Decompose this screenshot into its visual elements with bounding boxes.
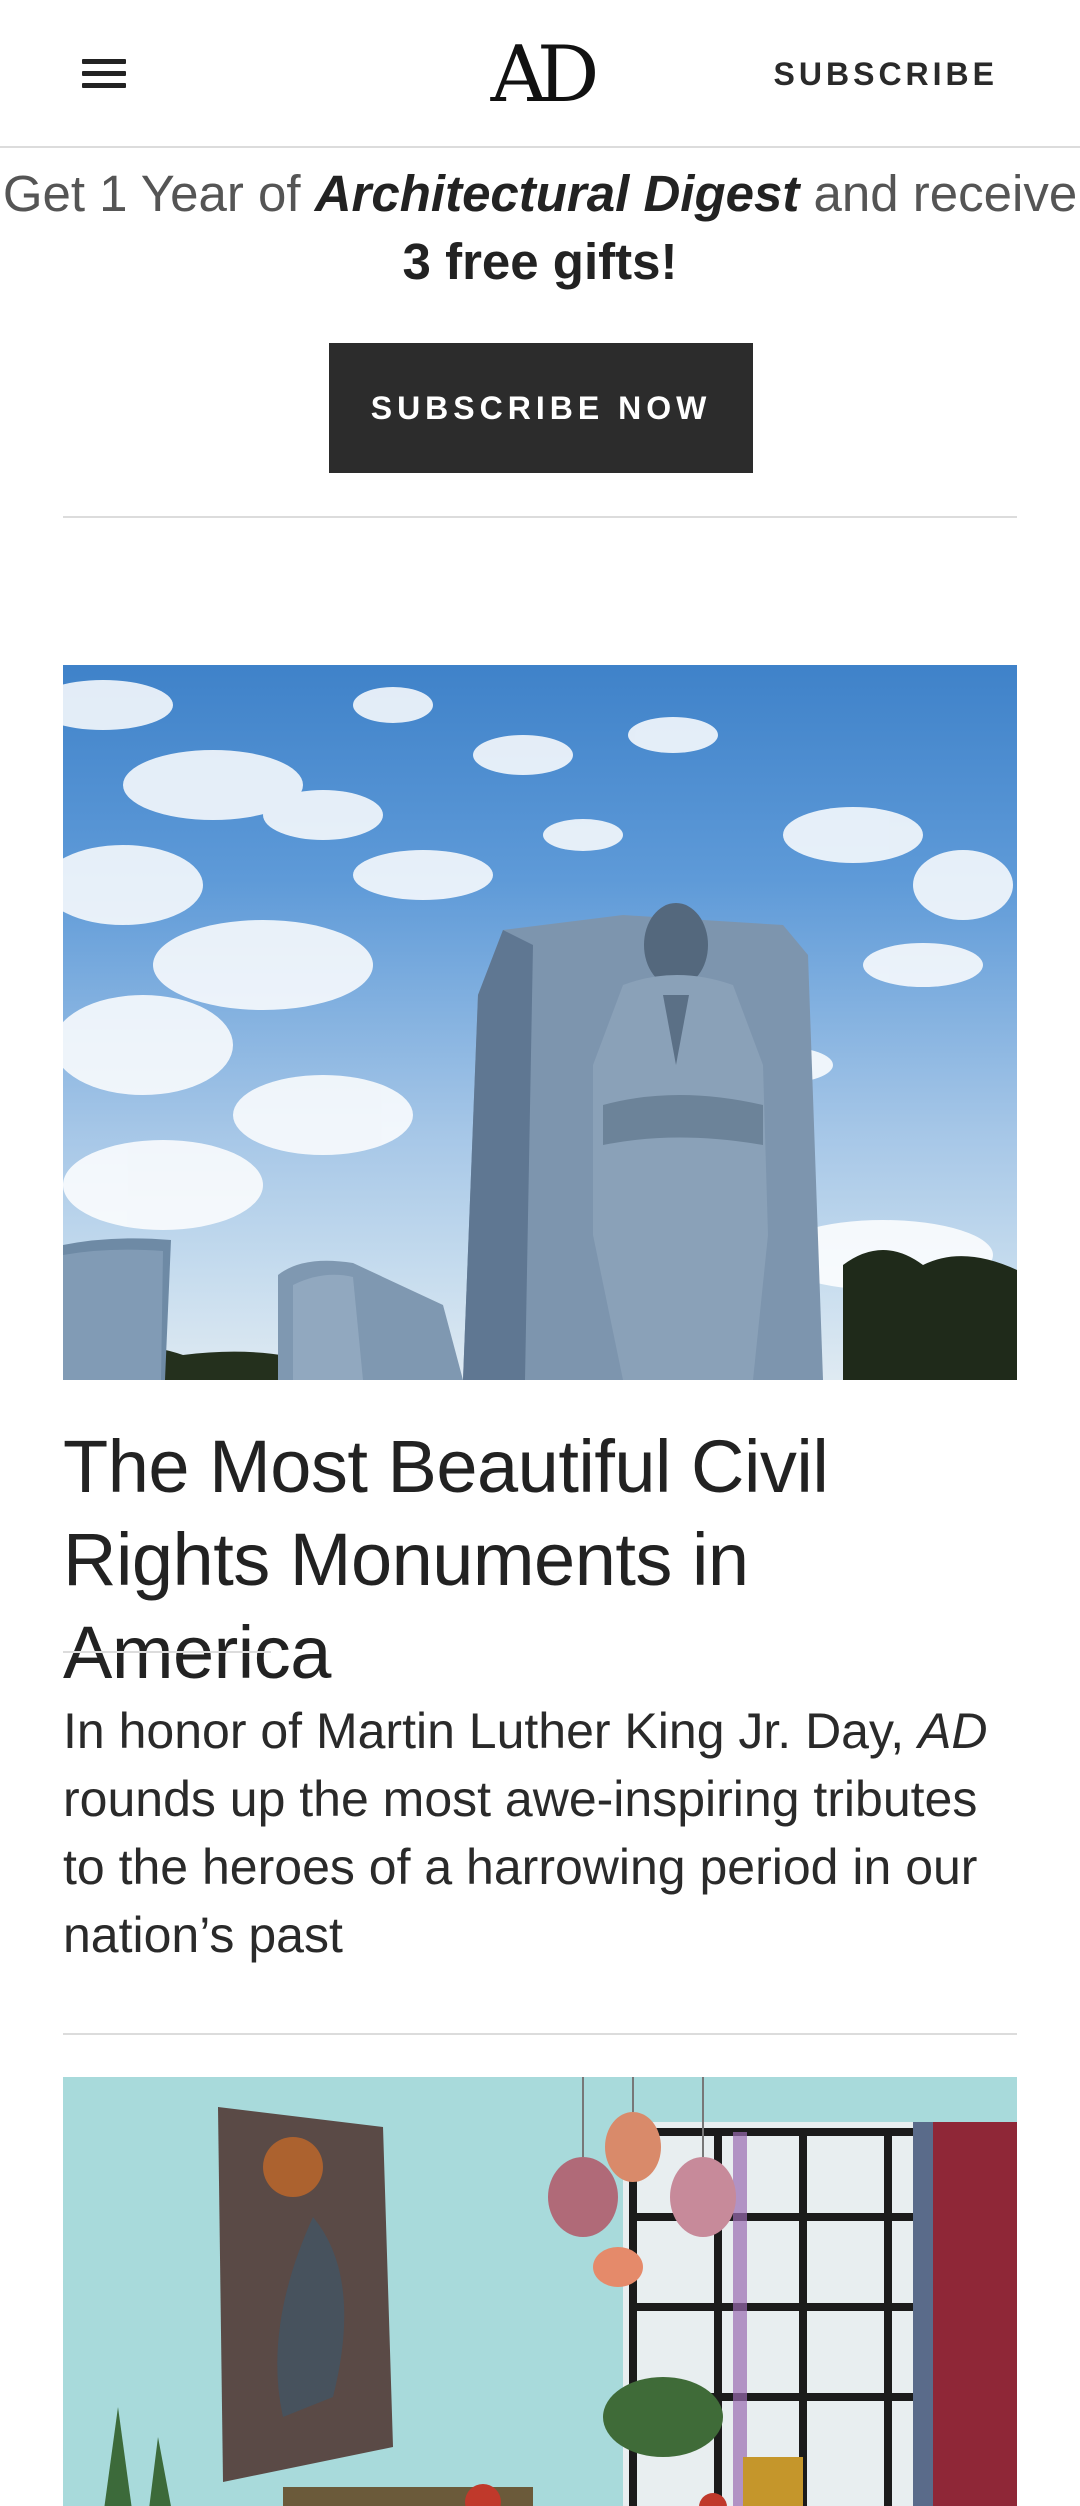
article-divider (63, 2033, 1017, 2035)
article-headline[interactable]: The Most Beautiful Civil Rights Monument… (63, 1420, 1023, 1699)
promo-middle: and receive (799, 165, 1078, 222)
second-article-image[interactable] (63, 2077, 1017, 2506)
dek-italic: AD (918, 1703, 988, 1759)
section-divider (63, 516, 1017, 518)
subscribe-now-button[interactable]: SUBSCRIBE NOW (329, 343, 753, 473)
promo-magazine-name: Architectural Digest (314, 165, 800, 222)
subscription-promo: Get 1 Year of Architectural Digest and r… (0, 160, 1080, 296)
promo-prefix: Get 1 Year of (2, 165, 315, 222)
promo-text: Get 1 Year of Architectural Digest and r… (0, 160, 1080, 296)
mlk-memorial-photo (63, 680, 1017, 1380)
site-header: AD SUBSCRIBE (0, 0, 1080, 148)
promo-gifts: 3 free gifts! (402, 233, 678, 290)
article-hero-image[interactable] (63, 665, 1017, 1380)
subscribe-link[interactable]: SUBSCRIBE (774, 56, 998, 93)
article-dek: In honor of Martin Luther King Jr. Day, … (63, 1697, 1023, 1969)
dek-text-after: rounds up the most awe-inspiring tribute… (63, 1771, 978, 1963)
interior-photo (63, 2077, 1017, 2506)
dek-text-before: In honor of Martin Luther King Jr. Day, (63, 1703, 919, 1759)
headline-rule (63, 1651, 271, 1653)
